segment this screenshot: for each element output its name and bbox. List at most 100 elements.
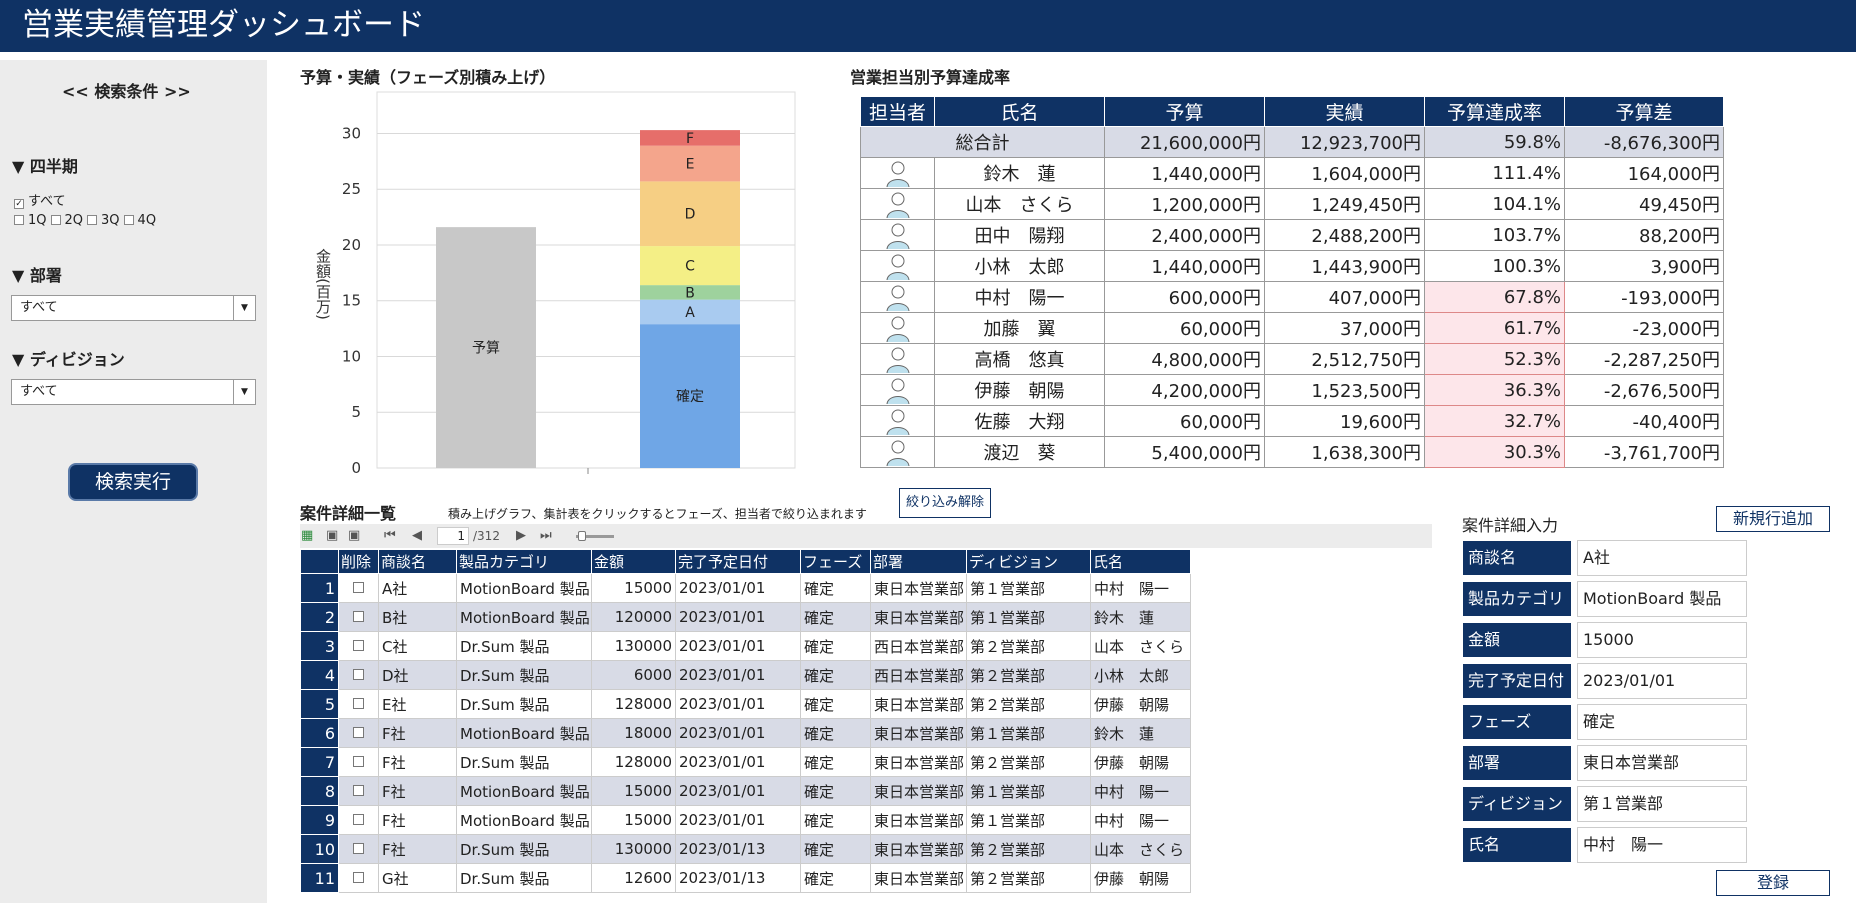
total-rate: 59.8%	[1424, 126, 1565, 158]
first-page-icon[interactable]: ⏮	[384, 528, 396, 544]
department-select[interactable]: すべて ▼	[11, 295, 256, 321]
table-row[interactable]: 8 F社 MotionBoard 製品 15000 2023/01/01 確定 東日本営業部…	[300, 776, 1191, 806]
checkbox-icon[interactable]	[353, 582, 364, 593]
add-row-icon[interactable]: ▦	[301, 528, 313, 544]
checkbox-icon[interactable]	[353, 756, 364, 767]
row-number: 9	[300, 805, 339, 835]
chevron-down-icon[interactable]: ▼	[233, 296, 255, 320]
delete-checkbox[interactable]	[338, 602, 379, 632]
rep-row[interactable]: 渡辺 葵 5,400,000円 1,638,300円 30.3% -3,761,700円	[860, 436, 1724, 468]
prev-page-icon[interactable]: ◀	[412, 528, 422, 544]
form-field[interactable]: 2023/01/01	[1577, 663, 1747, 699]
delete-checkbox[interactable]	[338, 863, 379, 893]
checkbox-icon[interactable]	[50, 215, 61, 225]
checkbox-icon[interactable]	[87, 215, 98, 225]
clear-filter-button[interactable]: 絞り込み解除	[899, 488, 991, 518]
col-header-diff: 予算差	[1564, 96, 1724, 127]
quarter-all-label: すべて	[28, 194, 66, 209]
cell-category: Dr.Sum 製品	[456, 660, 592, 690]
rep-row[interactable]: 小林 太郎 1,440,000円 1,443,900円 100.3% 3,900円	[860, 250, 1724, 282]
save-all-icon[interactable]: ▣	[348, 528, 360, 544]
cell-category: Dr.Sum 製品	[456, 834, 592, 864]
rep-row[interactable]: 田中 陽翔 2,400,000円 2,488,200円 103.7% 88,200円	[860, 219, 1724, 251]
chevron-down-icon[interactable]: ▼	[233, 380, 255, 404]
division-select-value: すべて	[20, 384, 58, 399]
segment-label: C	[685, 259, 695, 275]
division-select[interactable]: すべて ▼	[11, 379, 256, 405]
total-row[interactable]: 総合計 21,600,000円 12,923,700円 59.8% -8,676…	[860, 126, 1724, 158]
form-field[interactable]: 15000	[1577, 622, 1747, 658]
table-row[interactable]: 6 F社 MotionBoard 製品 18000 2023/01/01 確定 東日本営業部…	[300, 718, 1191, 748]
cell-category: MotionBoard 製品	[456, 573, 592, 603]
checkbox-icon[interactable]	[353, 785, 364, 796]
table-row[interactable]: 3 C社 Dr.Sum 製品 130000 2023/01/01 確定 西日本営業部 第２営業…	[300, 631, 1191, 661]
delete-checkbox[interactable]	[338, 776, 379, 806]
delete-checkbox[interactable]	[338, 573, 379, 603]
last-page-icon[interactable]: ⏭	[540, 528, 552, 544]
avatar	[860, 436, 935, 468]
form-field[interactable]: MotionBoard 製品	[1577, 581, 1747, 617]
table-row[interactable]: 10 F社 Dr.Sum 製品 130000 2023/01/13 確定 東日本営業部 第２営…	[300, 834, 1191, 864]
form-label: 完了予定日付	[1463, 664, 1571, 698]
rep-row[interactable]: 鈴木 蓮 1,440,000円 1,604,000円 111.4% 164,000円	[860, 157, 1724, 189]
checkbox-checked-icon[interactable]: ✓	[14, 199, 24, 209]
rep-row[interactable]: 高橋 悠真 4,800,000円 2,512,750円 52.3% -2,287,250…	[860, 343, 1724, 375]
delete-checkbox[interactable]	[338, 747, 379, 777]
checkbox-icon[interactable]	[353, 611, 364, 622]
rep-row[interactable]: 山本 さくら 1,200,000円 1,249,450円 104.1% 49,450円	[860, 188, 1724, 220]
delete-checkbox[interactable]	[338, 631, 379, 661]
quarter-all-option[interactable]: ✓ すべて	[14, 190, 70, 209]
delete-checkbox[interactable]	[338, 805, 379, 835]
cell-division: 第１営業部	[966, 573, 1091, 603]
cell-date: 2023/01/01	[675, 573, 801, 603]
rep-budget: 2,400,000円	[1104, 219, 1265, 251]
checkbox-icon[interactable]	[353, 814, 364, 825]
form-field[interactable]: 第１営業部	[1577, 786, 1747, 822]
rep-row[interactable]: 加藤 翼 60,000円 37,000円 61.7% -23,000円	[860, 312, 1724, 344]
table-row[interactable]: 7 F社 Dr.Sum 製品 128000 2023/01/01 確定 東日本営業部 第２営業…	[300, 747, 1191, 777]
col-header-date: 完了予定日付	[675, 549, 801, 574]
table-row[interactable]: 2 B社 MotionBoard 製品 120000 2023/01/01 確定 東日本営業…	[300, 602, 1191, 632]
checkbox-icon[interactable]	[123, 215, 134, 225]
page-input[interactable]: 1	[437, 527, 469, 545]
checkbox-icon[interactable]	[353, 843, 364, 854]
save-icon[interactable]: ▣	[326, 528, 338, 544]
form-field[interactable]: 中村 陽一	[1577, 827, 1747, 863]
delete-checkbox[interactable]	[338, 834, 379, 864]
add-new-row-button[interactable]: 新規行追加	[1716, 506, 1830, 532]
form-field[interactable]: 東日本営業部	[1577, 745, 1747, 781]
register-button[interactable]: 登録	[1716, 870, 1830, 896]
table-row[interactable]: 11 G社 Dr.Sum 製品 12600 2023/01/13 確定 東日本営業部 第２営業…	[300, 863, 1191, 893]
rep-budget: 60,000円	[1104, 312, 1265, 344]
stacked-bar-chart[interactable]: 0 5 10 15 20 25 30 金額(百万) 予算確定 ABC D EF	[295, 90, 805, 485]
cell-name: 山本 さくら	[1090, 834, 1191, 864]
next-page-icon[interactable]: ▶	[516, 528, 526, 544]
search-button[interactable]: 検索実行	[68, 463, 198, 501]
zoom-slider-handle[interactable]	[578, 531, 586, 541]
y-tick-label: 0	[351, 459, 361, 477]
table-row[interactable]: 4 D社 Dr.Sum 製品 6000 2023/01/01 確定 西日本営業部 第２営業部小…	[300, 660, 1191, 690]
rep-budget: 5,400,000円	[1104, 436, 1265, 468]
app-header: 営業実績管理ダッシュボード	[0, 0, 1856, 52]
checkbox-icon[interactable]	[353, 669, 364, 680]
total-diff: -8,676,300円	[1564, 126, 1724, 158]
col-header-division: ディビジョン	[966, 549, 1091, 574]
delete-checkbox[interactable]	[338, 689, 379, 719]
cell-name: 伊藤 朝陽	[1090, 689, 1191, 719]
checkbox-icon[interactable]	[353, 872, 364, 883]
rep-row[interactable]: 伊藤 朝陽 4,200,000円 1,523,500円 36.3% -2,676,500…	[860, 374, 1724, 406]
table-row[interactable]: 9 F社 MotionBoard 製品 15000 2023/01/01 確定 東日本営業部…	[300, 805, 1191, 835]
table-row[interactable]: 5 E社 Dr.Sum 製品 128000 2023/01/01 確定 東日本営業部 第２営業…	[300, 689, 1191, 719]
table-row[interactable]: 1 A社 MotionBoard 製品 15000 2023/01/01 確定 東日本営業部…	[300, 573, 1191, 603]
checkbox-icon[interactable]	[353, 640, 364, 651]
checkbox-icon[interactable]	[14, 215, 24, 225]
total-label: 総合計	[860, 126, 1105, 158]
checkbox-icon[interactable]	[353, 698, 364, 709]
delete-checkbox[interactable]	[338, 718, 379, 748]
form-field[interactable]: 確定	[1577, 704, 1747, 740]
rep-row[interactable]: 佐藤 大翔 60,000円 19,600円 32.7% -40,400円	[860, 405, 1724, 437]
form-field[interactable]: A社	[1577, 540, 1747, 576]
rep-row[interactable]: 中村 陽一 600,000円 407,000円 67.8% -193,000円	[860, 281, 1724, 313]
checkbox-icon[interactable]	[353, 727, 364, 738]
delete-checkbox[interactable]	[338, 660, 379, 690]
